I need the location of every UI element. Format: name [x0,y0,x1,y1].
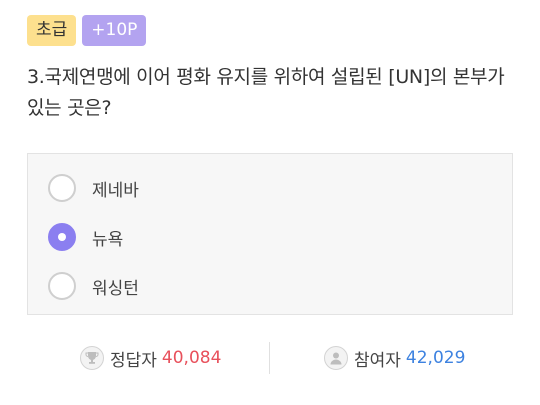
question-text: 3.국제연맹에 이어 평화 유지를 위하여 설립된 [UN]의 본부가 있는 곳… [27,66,505,119]
participants-value: 42,029 [405,348,466,368]
radio-button-selected[interactable] [48,223,76,251]
stats-divider [269,342,270,374]
correct-count: 정답자 40,084 [80,340,221,376]
option-label: 제네바 [92,180,139,201]
correct-label: 정답자 [110,350,157,371]
user-icon [324,346,348,370]
option-1[interactable]: 제네바 [48,172,139,204]
option-label: 뉴욕 [92,229,124,250]
radio-dot [58,233,66,241]
option-2[interactable]: 뉴욕 [48,221,123,253]
option-label: 워싱턴 [92,278,139,299]
points-badge: +10P [82,15,147,46]
badge-row: 초급 +10P [27,15,147,46]
option-3[interactable]: 워싱턴 [48,270,139,302]
participant-count: 참여자 42,029 [324,340,465,376]
participants-label: 참여자 [354,350,401,371]
radio-button[interactable] [48,272,76,300]
trophy-icon [80,346,104,370]
correct-value: 40,084 [161,348,222,368]
stats-bar: 정답자 40,084 참여자 42,029 [27,340,513,376]
radio-button[interactable] [48,174,76,202]
level-badge: 초급 [27,15,77,46]
answer-options: 제네바 뉴욕 워싱턴 [27,153,513,315]
